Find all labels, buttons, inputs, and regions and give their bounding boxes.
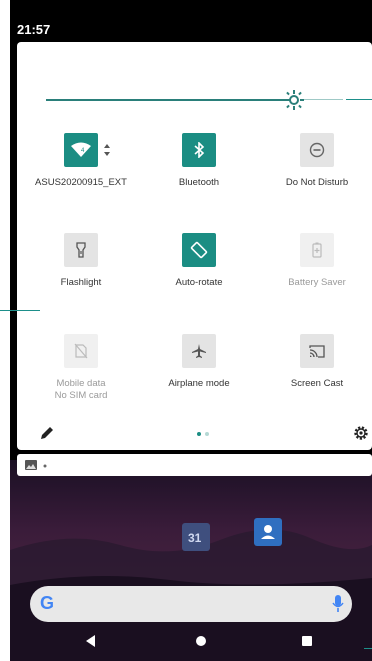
bluetooth-icon — [194, 142, 205, 158]
tile-dnd-label: Do Not Disturb — [285, 177, 349, 188]
home-icon[interactable] — [193, 633, 209, 649]
battery-saver-icon — [312, 242, 322, 258]
screen-cast-icon — [309, 345, 325, 358]
tile-screen-cast-box[interactable] — [300, 334, 334, 368]
tile-screen-cast[interactable]: Screen Cast — [258, 334, 372, 390]
auto-rotate-icon — [190, 241, 208, 259]
tile-flashlight-box[interactable] — [64, 233, 98, 267]
callout-line-brightness — [346, 99, 372, 100]
tile-mobile-data-label: Mobile data — [56, 378, 106, 389]
tile-label: ASUS20200915_EXT — [22, 177, 140, 189]
brightness-icon[interactable] — [284, 90, 304, 110]
do-not-disturb-icon — [309, 142, 325, 158]
pencil-icon[interactable] — [39, 425, 55, 441]
tile-wifi-box[interactable]: 4 — [64, 133, 110, 167]
phone-screen: 21:57 31 G 4 ASUS20200915_EXT Bluetooth … — [10, 0, 372, 661]
tile-label: Do Not Disturb — [258, 177, 372, 189]
brightness-slider-track[interactable] — [46, 99, 296, 101]
tile-wifi[interactable]: 4 ASUS20200915_EXT — [22, 133, 140, 189]
image-notification-icon — [25, 460, 37, 470]
recents-icon[interactable] — [299, 633, 315, 649]
quick-settings-panel: 4 ASUS20200915_EXT Bluetooth Do Not Dist… — [17, 42, 372, 450]
back-icon[interactable] — [83, 633, 99, 649]
page-dot — [205, 432, 209, 436]
brightness-slider-track-rest[interactable] — [301, 99, 343, 100]
callout-line-left — [0, 310, 40, 311]
tile-mobile-data[interactable]: Mobile data No SIM card — [22, 334, 140, 402]
tile-bluetooth[interactable]: Bluetooth — [140, 133, 258, 189]
airplane-icon — [192, 344, 206, 358]
tile-flashlight[interactable]: Flashlight — [22, 233, 140, 289]
tile-label: Airplane mode — [140, 378, 258, 390]
calendar-date: 31 — [188, 531, 202, 545]
calendar-app-icon[interactable]: 31 — [182, 523, 210, 551]
tile-airplane-mode[interactable]: Airplane mode — [140, 334, 258, 390]
page-dot-active — [197, 432, 201, 436]
status-bar: 21:57 — [10, 0, 372, 42]
notification-strip[interactable] — [17, 454, 372, 476]
tile-screen-cast-label: Screen Cast — [290, 378, 344, 389]
tile-airplane-label: Airplane mode — [168, 378, 230, 389]
tile-battery-box[interactable] — [300, 233, 334, 267]
tile-bluetooth-label: Bluetooth — [178, 177, 220, 188]
flashlight-icon — [76, 242, 86, 258]
tile-auto-rotate[interactable]: Auto-rotate — [140, 233, 258, 289]
tile-battery-saver[interactable]: Battery Saver — [258, 233, 372, 289]
tile-auto-rotate-box[interactable] — [182, 233, 216, 267]
contacts-app-icon[interactable] — [254, 518, 282, 546]
notification-dot — [43, 464, 47, 468]
wifi-icon: 4 — [71, 142, 91, 157]
tile-bluetooth-box[interactable] — [182, 133, 216, 167]
tile-label: Auto-rotate — [140, 277, 258, 289]
callout-line-bottom — [364, 648, 372, 649]
gear-icon[interactable] — [353, 425, 369, 441]
mobile-data-off-icon — [74, 343, 88, 359]
tile-mobile-data-sublabel: No SIM card — [54, 390, 108, 401]
tile-label: Flashlight — [22, 277, 140, 289]
tile-label: Screen Cast — [258, 378, 372, 390]
tile-label: Mobile data No SIM card — [22, 378, 140, 402]
tile-label: Bluetooth — [140, 177, 258, 189]
navigation-bar — [10, 601, 372, 661]
wifi-data-arrows-icon — [104, 144, 110, 156]
tile-wifi-label: ASUS20200915_EXT — [35, 177, 127, 188]
status-time: 21:57 — [17, 22, 51, 37]
tile-flashlight-label: Flashlight — [60, 277, 102, 288]
person-icon — [261, 525, 275, 539]
tile-auto-rotate-label: Auto-rotate — [175, 277, 223, 288]
tile-mobile-data-box[interactable] — [64, 334, 98, 368]
tile-do-not-disturb[interactable]: Do Not Disturb — [258, 133, 372, 189]
tile-label: Battery Saver — [258, 277, 372, 289]
page-indicator — [197, 432, 209, 436]
tile-airplane-box[interactable] — [182, 334, 216, 368]
tile-battery-label: Battery Saver — [288, 277, 346, 288]
tile-dnd-box[interactable] — [300, 133, 334, 167]
